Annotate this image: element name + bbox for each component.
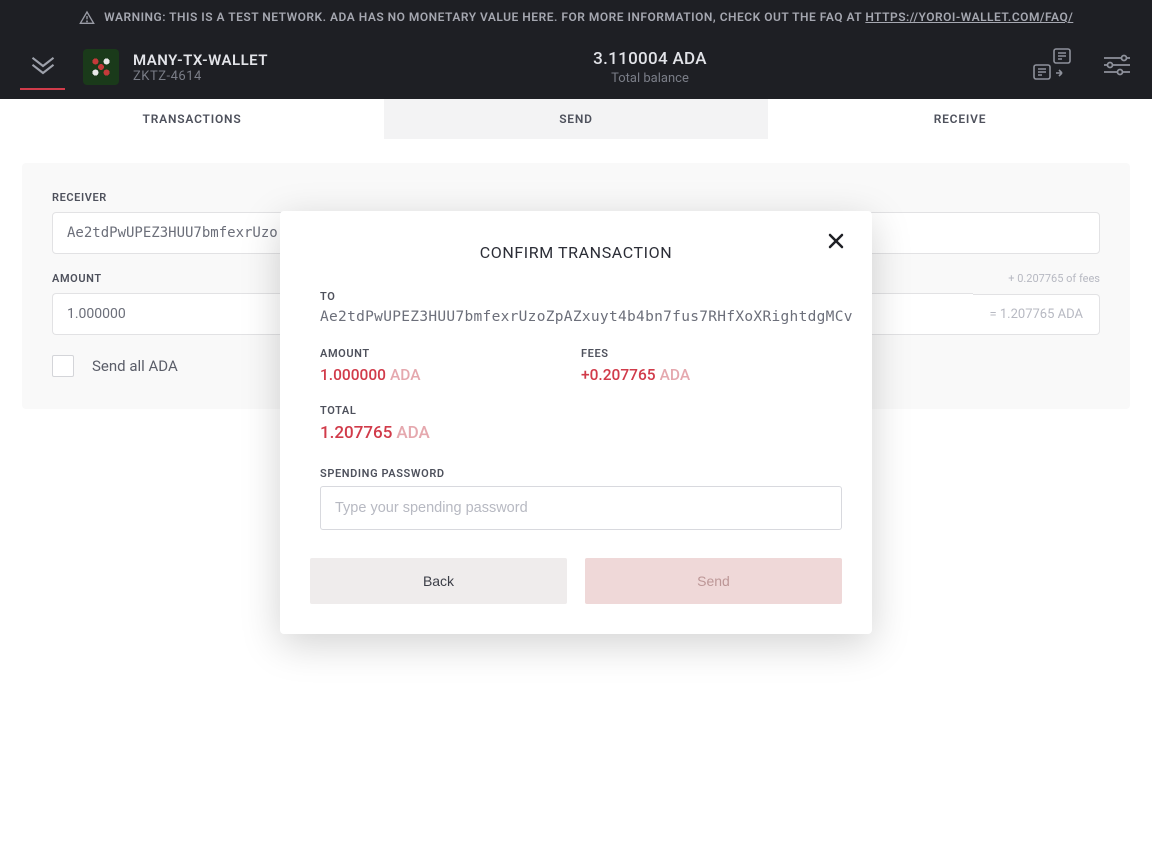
- close-button[interactable]: [826, 231, 846, 255]
- modal-total-value: 1.207765: [320, 423, 392, 443]
- spending-password-input[interactable]: [320, 486, 842, 530]
- modal-fees-value: +0.207765: [581, 366, 656, 384]
- modal-amount-unit: ADA: [390, 366, 421, 384]
- confirm-transaction-modal: CONFIRM TRANSACTION TO Ae2tdPwUPEZ3HUU7b…: [280, 211, 872, 634]
- send-button[interactable]: Send: [585, 558, 842, 604]
- modal-overlay[interactable]: CONFIRM TRANSACTION TO Ae2tdPwUPEZ3HUU7b…: [0, 0, 1152, 847]
- modal-total-unit: ADA: [396, 423, 429, 443]
- to-label: TO: [320, 290, 842, 303]
- close-icon: [826, 231, 846, 251]
- modal-fees-label: FEES: [581, 347, 842, 360]
- modal-total-label: TOTAL: [320, 404, 842, 417]
- spending-password-label: SPENDING PASSWORD: [320, 467, 842, 480]
- modal-amount-label: AMOUNT: [320, 347, 581, 360]
- modal-fees-unit: ADA: [660, 366, 691, 384]
- modal-amount-value: 1.000000: [320, 366, 386, 384]
- to-address: Ae2tdPwUPEZ3HUU7bmfexrUzoZpAZxuyt4b4bn7f…: [320, 309, 842, 325]
- modal-title: CONFIRM TRANSACTION: [310, 243, 842, 262]
- back-button[interactable]: Back: [310, 558, 567, 604]
